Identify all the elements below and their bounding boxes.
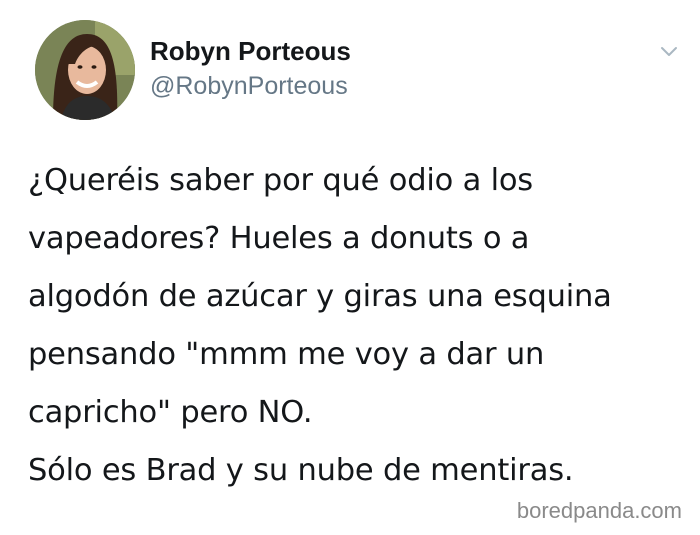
tweet-line: ¿Queréis saber por qué odio a los [28,163,533,198]
tweet-line: vapeadores? Hueles a donuts o a [28,221,530,256]
avatar-image [35,20,135,120]
author-display-name[interactable]: Robyn Porteous [150,36,351,67]
tweet-line: Sólo es Brad y su nube de mentiras. [28,453,574,488]
author-handle[interactable]: @RobynPorteous [150,72,348,101]
tweet-line: capricho" pero NO. [28,395,313,430]
chevron-down-icon[interactable] [658,40,680,62]
tweet-line: pensando "mmm me voy a dar un [28,337,545,372]
watermark: boredpanda.com [516,498,682,523]
tweet-line: algodón de azúcar y giras una esquina [28,279,612,314]
tweet-text: ¿Queréis saber por qué odio a los vapead… [28,152,678,500]
avatar[interactable] [35,20,135,120]
